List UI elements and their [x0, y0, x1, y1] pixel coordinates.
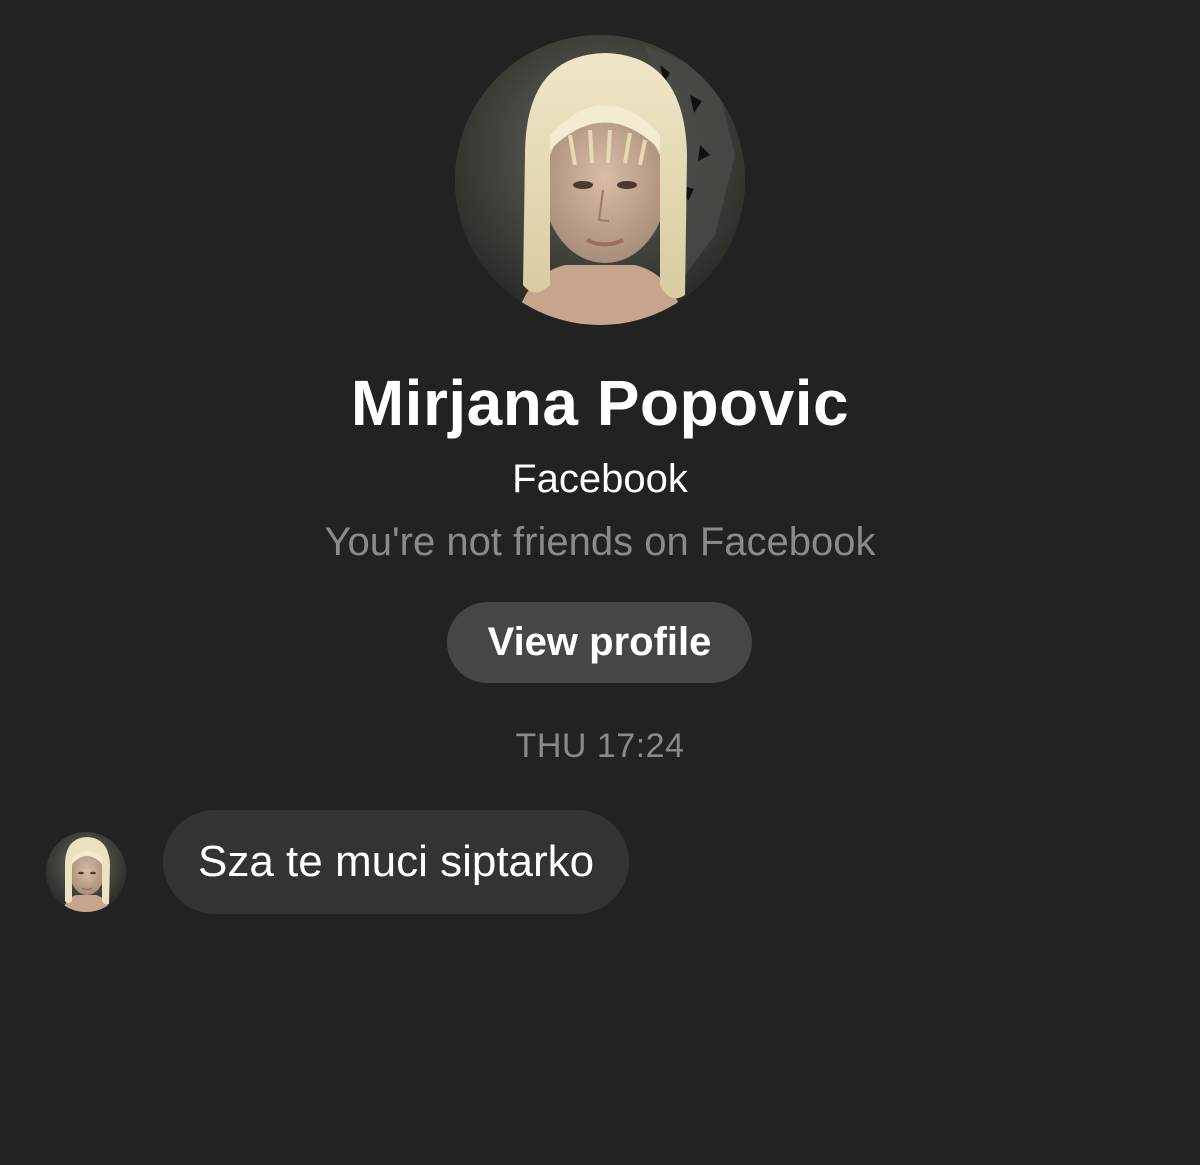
- avatar[interactable]: [455, 35, 745, 325]
- profile-photo-icon: [46, 832, 126, 912]
- friend-status: You're not friends on Facebook: [324, 520, 876, 564]
- contact-name: Mirjana Popovic: [350, 367, 850, 439]
- view-profile-button[interactable]: View profile: [447, 602, 752, 683]
- contact-platform: Facebook: [512, 457, 688, 501]
- sender-avatar[interactable]: [46, 832, 126, 912]
- message-timestamp: THU 17:24: [515, 727, 685, 765]
- message-bubble[interactable]: Sza te muci siptarko: [163, 810, 630, 914]
- profile-photo-icon: [455, 35, 745, 325]
- message-row: Sza te muci siptarko: [0, 808, 1200, 914]
